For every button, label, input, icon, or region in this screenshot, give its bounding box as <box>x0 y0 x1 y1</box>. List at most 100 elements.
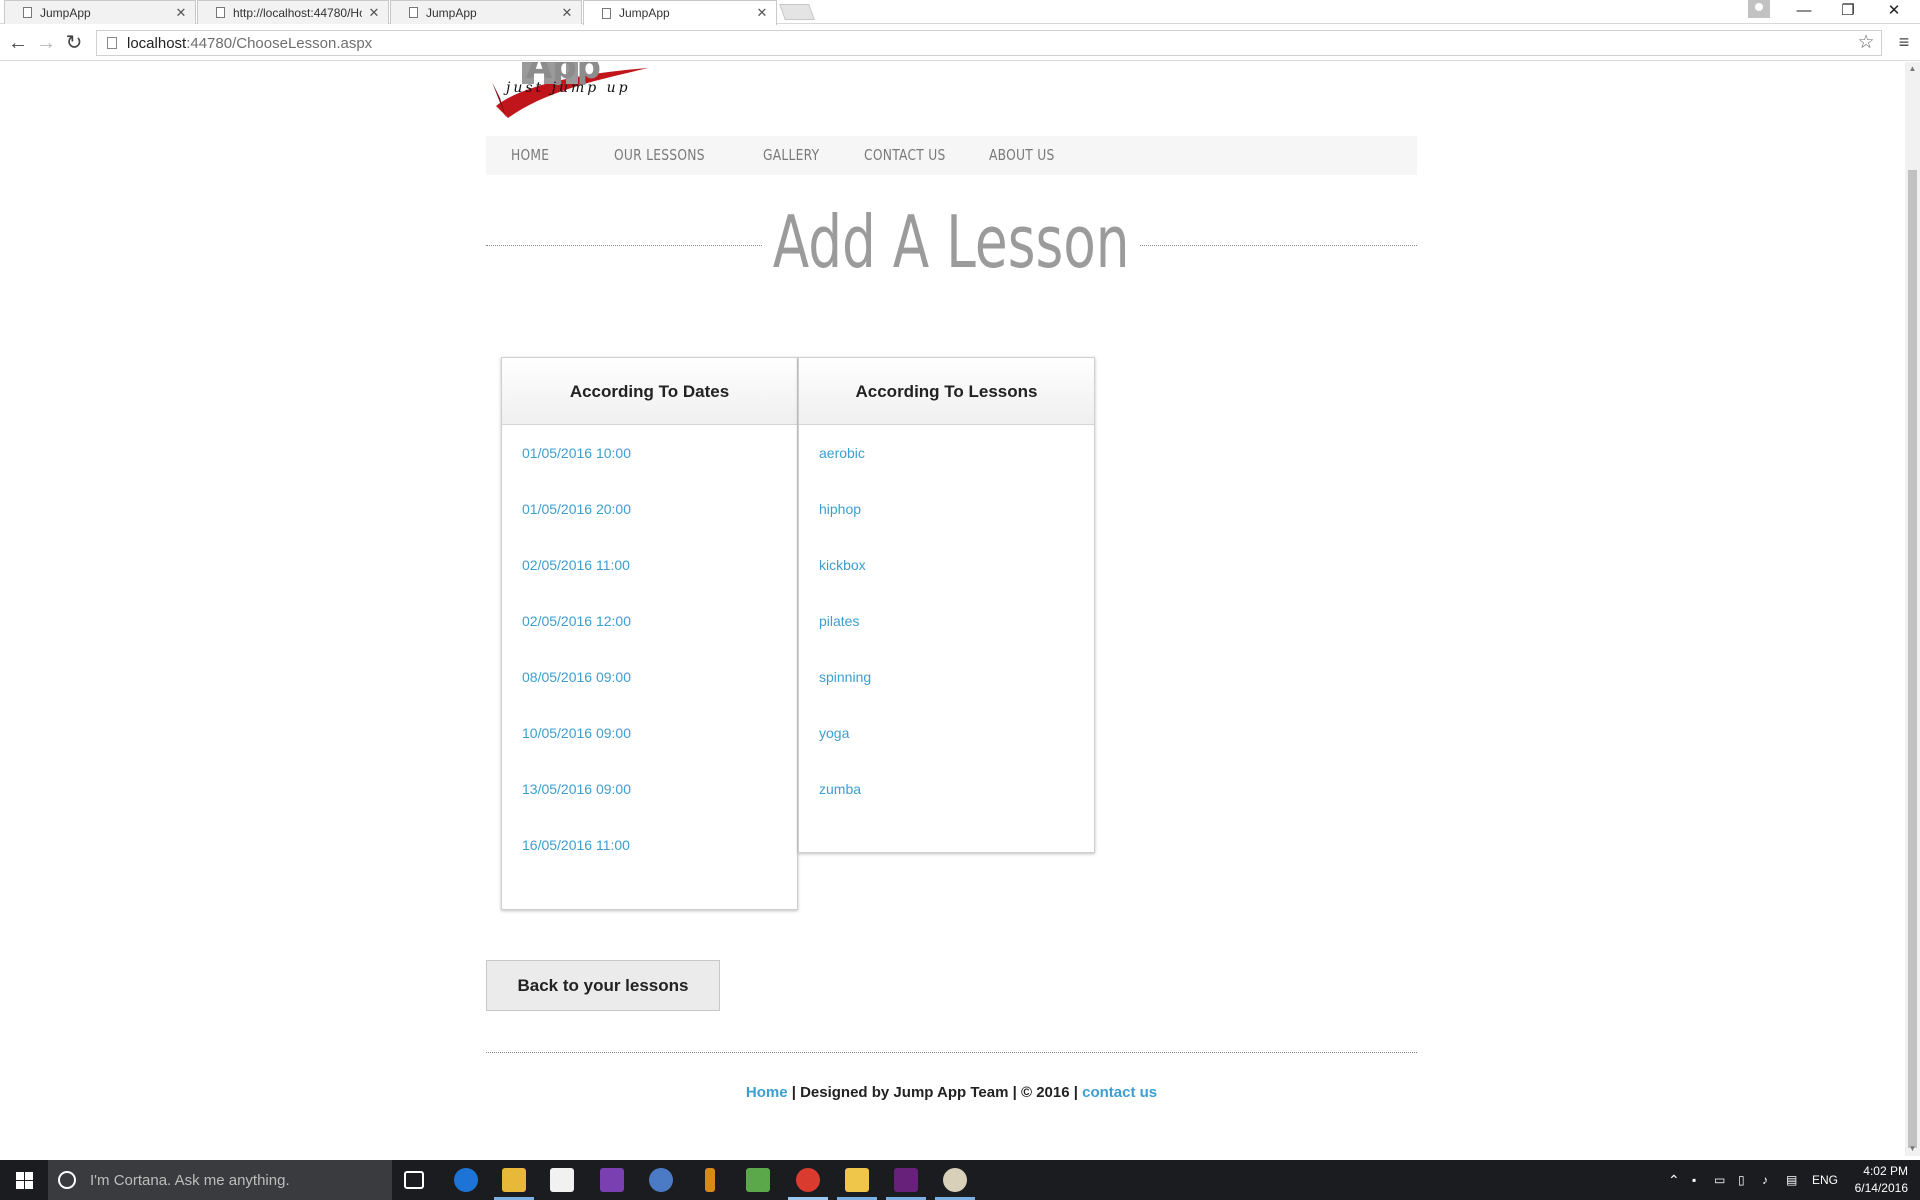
close-icon[interactable]: ✕ <box>756 5 768 21</box>
scroll-up-icon[interactable]: ▲ <box>1905 62 1920 76</box>
tab-strip: JumpApp ✕ http://localhost:44780/Ho ✕ Ju… <box>0 0 1920 25</box>
lesson-link[interactable]: aerobic <box>819 445 865 461</box>
list-item: yoga <box>799 715 1094 771</box>
list-item: hiphop <box>799 491 1094 547</box>
cortana-placeholder: I'm Cortana. Ask me anything. <box>90 1171 290 1189</box>
back-arrow-icon[interactable]: ← <box>6 31 30 55</box>
system-clock[interactable]: 4:02 PM 6/14/2016 <box>1848 1163 1908 1197</box>
lessons-panel: According To Lessons aerobic hiphop kick… <box>798 357 1095 853</box>
window-close-icon[interactable]: ✕ <box>1872 0 1916 24</box>
date-link[interactable]: 13/05/2016 09:00 <box>522 781 631 797</box>
address-bar: ← → ↻ localhost:44780/ChooseLesson.aspx … <box>0 25 1920 61</box>
edge-icon[interactable] <box>454 1168 478 1192</box>
logo-tagline: just jump up <box>506 80 631 96</box>
lessons-list: aerobic hiphop kickbox pilates spinning … <box>799 425 1094 827</box>
list-item: pilates <box>799 603 1094 659</box>
list-item: 02/05/2016 11:00 <box>502 547 797 603</box>
lessons-panel-title: According To Lessons <box>799 358 1094 425</box>
cortana-icon <box>58 1171 76 1189</box>
tool-icon[interactable] <box>705 1168 715 1192</box>
page-icon <box>107 37 117 49</box>
url-input[interactable]: localhost:44780/ChooseLesson.aspx ☆ <box>96 30 1882 56</box>
tray-chevron-icon[interactable]: ⌃ <box>1668 1160 1680 1200</box>
tab-3[interactable]: JumpApp ✕ <box>390 0 582 24</box>
list-item: 08/05/2016 09:00 <box>502 659 797 715</box>
nav-contact-us[interactable]: CONTACT US <box>864 136 946 175</box>
lesson-link[interactable]: pilates <box>819 613 859 629</box>
close-icon[interactable]: ✕ <box>175 5 187 21</box>
store-icon[interactable] <box>550 1168 574 1192</box>
page-icon <box>409 7 418 18</box>
close-icon[interactable]: ✕ <box>561 5 573 21</box>
tray-app-icon[interactable]: ▪ <box>1692 1160 1696 1200</box>
back-to-lessons-button[interactable]: Back to your lessons <box>486 960 720 1011</box>
clock-date: 6/14/2016 <box>1854 1181 1908 1195</box>
date-link[interactable]: 16/05/2016 11:00 <box>522 837 630 853</box>
minimize-icon[interactable]: — <box>1782 0 1826 24</box>
tab-1[interactable]: JumpApp ✕ <box>4 0 196 24</box>
tab-4-active[interactable]: JumpApp ✕ <box>583 0 777 25</box>
cortana-search-box[interactable]: I'm Cortana. Ask me anything. <box>48 1160 392 1200</box>
lesson-link[interactable]: yoga <box>819 725 849 741</box>
date-link[interactable]: 01/05/2016 20:00 <box>522 501 631 517</box>
date-link[interactable]: 02/05/2016 12:00 <box>522 613 631 629</box>
scrollbar-thumb[interactable] <box>1908 170 1917 1148</box>
page-scrollbar[interactable]: ▲ ▼ <box>1905 62 1920 1156</box>
footer-credits: | Designed by Jump App Team | © 2016 | <box>787 1084 1083 1101</box>
notifications-icon[interactable]: ▤ <box>1786 1160 1797 1200</box>
taskbar: I'm Cortana. Ask me anything. ⌃ ▪ ▭ ▯ ♪ … <box>0 1160 1920 1200</box>
profile-icon[interactable] <box>1748 0 1770 18</box>
scroll-down-icon[interactable]: ▼ <box>1905 1142 1920 1156</box>
tab-title: JumpApp <box>426 5 477 20</box>
tab-title: JumpApp <box>619 6 670 20</box>
reload-icon[interactable]: ↻ <box>62 31 86 55</box>
nav-home[interactable]: HOME <box>511 136 549 175</box>
date-link[interactable]: 08/05/2016 09:00 <box>522 669 631 685</box>
new-tab-button[interactable] <box>779 4 815 20</box>
paint-icon[interactable] <box>943 1168 967 1192</box>
lesson-link[interactable]: kickbox <box>819 557 866 573</box>
forward-arrow-icon[interactable]: → <box>34 31 58 55</box>
nav-our-lessons[interactable]: OUR LESSONS <box>614 136 705 175</box>
site-logo[interactable]: App just jump up <box>486 62 656 128</box>
bookmark-star-icon[interactable]: ☆ <box>1851 31 1881 55</box>
footer-contact-link[interactable]: contact us <box>1082 1084 1157 1101</box>
battery-icon[interactable]: ▭ <box>1714 1160 1725 1200</box>
lesson-link[interactable]: spinning <box>819 669 871 685</box>
page-icon <box>602 7 611 19</box>
main-navigation: HOME OUR LESSONS GALLERY CONTACT US ABOU… <box>486 136 1417 175</box>
list-item: 13/05/2016 09:00 <box>502 771 797 827</box>
page-icon <box>23 7 32 18</box>
file-explorer-icon[interactable] <box>502 1168 526 1192</box>
volume-icon[interactable]: ♪ <box>1762 1160 1768 1200</box>
date-link[interactable]: 02/05/2016 11:00 <box>522 557 630 573</box>
windows-start-button[interactable] <box>0 1160 48 1200</box>
lesson-link[interactable]: zumba <box>819 781 861 797</box>
visual-studio-icon[interactable] <box>894 1168 918 1192</box>
notepad-icon[interactable] <box>746 1168 770 1192</box>
dates-panel-title: According To Dates <box>502 358 797 425</box>
url-path: :44780/ChooseLesson.aspx <box>186 34 373 52</box>
visual-studio-icon[interactable] <box>600 1168 624 1192</box>
app-icon[interactable] <box>649 1168 673 1192</box>
footer-home-link[interactable]: Home <box>746 1084 788 1101</box>
footer: Home | Designed by Jump App Team | © 201… <box>486 1084 1417 1101</box>
folder-icon[interactable] <box>845 1168 869 1192</box>
language-indicator[interactable]: ENG <box>1812 1160 1838 1200</box>
date-link[interactable]: 01/05/2016 10:00 <box>522 445 631 461</box>
chrome-icon[interactable] <box>796 1168 820 1192</box>
date-link[interactable]: 10/05/2016 09:00 <box>522 725 631 741</box>
nav-about-us[interactable]: ABOUT US <box>989 136 1055 175</box>
list-item: 16/05/2016 11:00 <box>502 827 797 883</box>
menu-icon[interactable]: ≡ <box>1894 32 1914 56</box>
task-view-icon[interactable] <box>404 1171 424 1189</box>
list-item: 01/05/2016 20:00 <box>502 491 797 547</box>
tab-2[interactable]: http://localhost:44780/Ho ✕ <box>197 0 389 24</box>
nav-gallery[interactable]: GALLERY <box>763 136 819 175</box>
lesson-link[interactable]: hiphop <box>819 501 861 517</box>
close-icon[interactable]: ✕ <box>368 5 380 21</box>
page-title-text: Add A Lesson <box>762 200 1141 284</box>
tab-title: http://localhost:44780/Ho <box>233 5 362 20</box>
restore-icon[interactable]: ❐ <box>1826 0 1870 24</box>
network-icon[interactable]: ▯ <box>1738 1160 1745 1200</box>
